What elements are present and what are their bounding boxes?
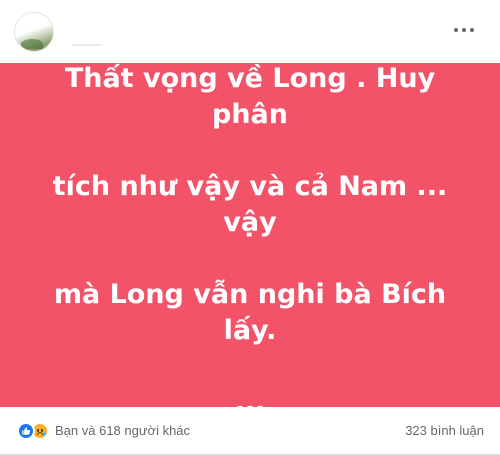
- post-text-line: tích như vậy và cả Nam ... vậy: [52, 171, 448, 238]
- thumbs-up-icon: [22, 426, 31, 435]
- reactions-count-text: Bạn và 618 người khác: [55, 423, 191, 438]
- more-horizontal-icon-dot: [470, 28, 474, 32]
- post-footer: Bạn và 618 người khác 323 bình luận: [0, 407, 500, 455]
- comments-count-link[interactable]: 323 bình luận: [405, 423, 484, 438]
- post-text: Thất vọng về Long . Huy phân tích như vậ…: [30, 25, 470, 455]
- post-text-background[interactable]: Thất vọng về Long . Huy phân tích như vậ…: [0, 63, 500, 418]
- like-icon: [17, 421, 35, 440]
- reactions-summary[interactable]: Bạn và 618 người khác: [17, 421, 191, 440]
- post-text-line: mà Long vẫn nghi bà Bích lấy.: [53, 279, 447, 346]
- post-text-line: Thất vọng về Long . Huy phân: [64, 63, 436, 130]
- post-card: Thất vọng về Long . Huy phân tích như vậ…: [0, 0, 500, 455]
